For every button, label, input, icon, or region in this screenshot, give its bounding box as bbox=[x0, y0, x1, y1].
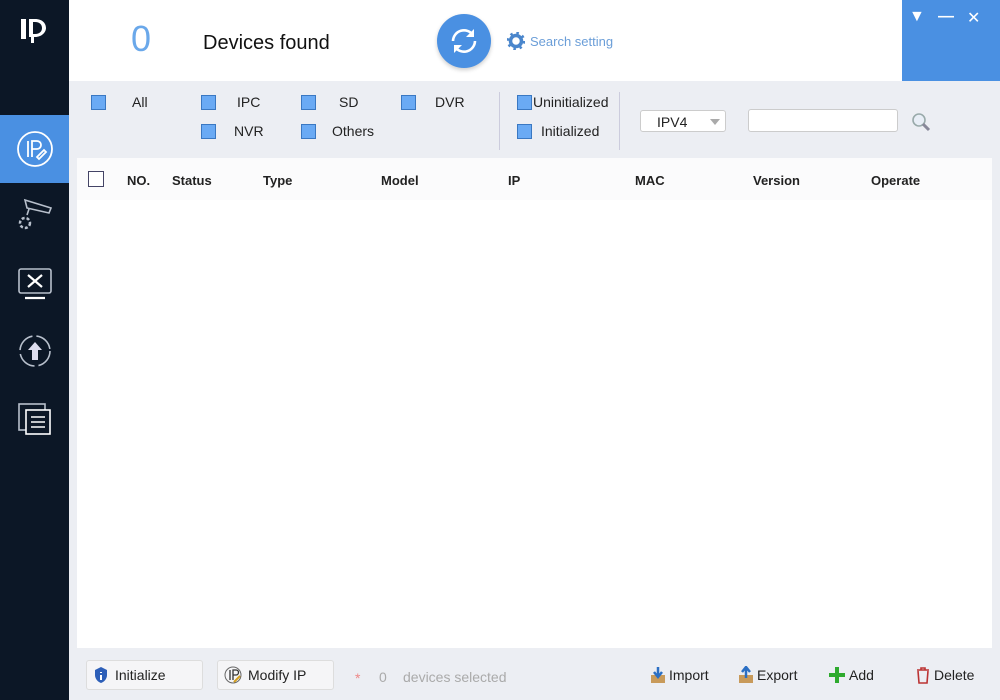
app-logo bbox=[18, 16, 48, 53]
checkbox-label: SD bbox=[339, 94, 359, 110]
export-label: Export bbox=[757, 667, 798, 683]
import-label: Import bbox=[669, 667, 709, 683]
sidebar-item-system-settings[interactable] bbox=[0, 250, 69, 318]
col-mac[interactable]: MAC bbox=[635, 173, 665, 188]
sidebar-item-ip-config[interactable] bbox=[0, 115, 69, 183]
add-label: Add bbox=[849, 667, 874, 683]
refresh-icon bbox=[451, 29, 477, 53]
col-operate[interactable]: Operate bbox=[871, 173, 920, 188]
col-type[interactable]: Type bbox=[263, 173, 292, 188]
sidebar-item-upgrade[interactable] bbox=[0, 317, 69, 385]
ip-edit-icon bbox=[224, 666, 242, 684]
divider bbox=[499, 92, 500, 150]
ip-version-value: IPV4 bbox=[657, 114, 688, 130]
filter-uninitialized-checkbox[interactable]: Uninitialized bbox=[517, 94, 608, 110]
initialize-button[interactable]: Initialize bbox=[86, 660, 203, 690]
search-setting-label: Search setting bbox=[530, 33, 614, 49]
chevron-down-icon bbox=[710, 119, 720, 125]
footer: Initialize Modify IP * 0 devices selecte… bbox=[69, 648, 1000, 700]
selected-count: 0 bbox=[379, 669, 387, 685]
menu-dropdown-button[interactable]: ▼ bbox=[909, 8, 925, 26]
checkbox-label: Uninitialized bbox=[533, 94, 609, 110]
modify-ip-button[interactable]: Modify IP bbox=[217, 660, 334, 690]
checkbox-label: Others bbox=[332, 123, 375, 139]
shield-info-icon bbox=[95, 667, 107, 683]
documents-icon bbox=[17, 403, 51, 435]
search-setting-link[interactable]: Search setting bbox=[507, 32, 613, 50]
import-button[interactable]: Import bbox=[650, 666, 709, 684]
filter-sd-checkbox[interactable]: SD bbox=[301, 94, 358, 110]
gear-icon bbox=[507, 32, 525, 50]
col-status[interactable]: Status bbox=[172, 173, 212, 188]
minimize-button[interactable]: — bbox=[938, 8, 954, 26]
select-all-checkbox[interactable] bbox=[88, 171, 104, 187]
filter-initialized-checkbox[interactable]: Initialized bbox=[517, 123, 599, 139]
col-ip[interactable]: IP bbox=[508, 173, 520, 188]
filter-all-checkbox[interactable]: All bbox=[91, 94, 148, 110]
refresh-search-button[interactable] bbox=[437, 14, 491, 68]
filter-dvr-checkbox[interactable]: DVR bbox=[401, 94, 465, 110]
filter-others-checkbox[interactable]: Others bbox=[301, 123, 374, 139]
camera-settings-icon bbox=[18, 198, 52, 230]
checkbox-label: DVR bbox=[435, 94, 465, 110]
sidebar-item-documents[interactable] bbox=[0, 385, 69, 453]
delete-button[interactable]: Delete bbox=[915, 666, 974, 684]
filter-ipc-checkbox[interactable]: IPC bbox=[201, 94, 260, 110]
col-no[interactable]: NO. bbox=[127, 173, 150, 188]
sidebar-item-device-config[interactable] bbox=[0, 180, 69, 248]
initialize-label: Initialize bbox=[115, 667, 166, 683]
plus-icon bbox=[829, 667, 845, 683]
export-button[interactable]: Export bbox=[738, 666, 797, 684]
filter-nvr-checkbox[interactable]: NVR bbox=[201, 123, 264, 139]
col-model[interactable]: Model bbox=[381, 173, 419, 188]
search-icon[interactable] bbox=[911, 112, 931, 132]
add-button[interactable]: Add bbox=[828, 666, 874, 684]
ip-version-select[interactable]: IPV4 bbox=[640, 110, 726, 132]
import-icon bbox=[651, 667, 665, 683]
ip-edit-icon bbox=[16, 131, 53, 167]
required-asterisk: * bbox=[355, 670, 361, 686]
devices-found-label: Devices found bbox=[203, 32, 330, 54]
sidebar bbox=[0, 0, 69, 700]
divider bbox=[619, 92, 620, 150]
delete-label: Delete bbox=[934, 667, 975, 683]
checkbox-label: Initialized bbox=[541, 123, 600, 139]
checkbox-label: IPC bbox=[237, 94, 261, 110]
export-icon bbox=[739, 666, 753, 683]
checkbox-label: All bbox=[132, 94, 148, 110]
checkbox-label: NVR bbox=[234, 123, 264, 139]
devices-selected-label: devices selected bbox=[403, 669, 507, 685]
search-input[interactable] bbox=[748, 109, 898, 132]
trash-icon bbox=[917, 667, 929, 684]
device-count: 0 bbox=[131, 18, 152, 59]
close-button[interactable]: ✕ bbox=[967, 8, 980, 28]
device-table: NO. Status Type Model IP MAC Version Ope… bbox=[77, 158, 992, 648]
table-header: NO. Status Type Model IP MAC Version Ope… bbox=[77, 158, 992, 200]
window-controls: ▼ — ✕ bbox=[902, 0, 1000, 81]
modify-ip-label: Modify IP bbox=[248, 667, 307, 683]
tools-monitor-icon bbox=[17, 268, 52, 300]
col-version[interactable]: Version bbox=[753, 173, 800, 188]
upgrade-icon bbox=[18, 335, 51, 367]
